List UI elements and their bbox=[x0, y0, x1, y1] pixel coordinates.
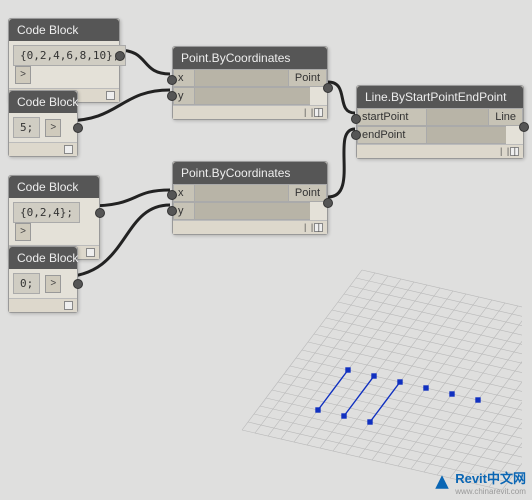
input-knob-x[interactable] bbox=[167, 75, 177, 85]
code-expression[interactable]: 5; bbox=[13, 117, 40, 138]
node-line-bystartend[interactable]: Line.ByStartPointEndPoint startPoint Lin… bbox=[356, 85, 524, 159]
node-code-block-2[interactable]: Code Block 5; > bbox=[8, 90, 78, 157]
freeze-toggle[interactable] bbox=[86, 248, 95, 257]
input-port-end[interactable]: endPoint bbox=[357, 126, 427, 144]
lacing-indicator[interactable]: | | | bbox=[500, 146, 517, 156]
input-knob-y[interactable] bbox=[167, 91, 177, 101]
geometry-preview[interactable] bbox=[182, 230, 522, 490]
output-knob[interactable] bbox=[519, 122, 529, 132]
node-point-bycoords-2[interactable]: Point.ByCoordinates x Point y . | | | bbox=[172, 161, 328, 235]
lacing-indicator[interactable]: | | | bbox=[304, 107, 321, 117]
output-chevron[interactable]: > bbox=[45, 119, 61, 137]
output-chevron[interactable]: > bbox=[15, 66, 31, 84]
watermark-url: www.chinarevit.com bbox=[455, 487, 526, 496]
revit-icon bbox=[433, 473, 451, 491]
output-port[interactable] bbox=[73, 123, 83, 133]
node-title: Code Block bbox=[9, 247, 77, 269]
node-code-block-4[interactable]: Code Block 0; > bbox=[8, 246, 78, 313]
input-knob-x[interactable] bbox=[167, 190, 177, 200]
watermark: Revit中文网 www.chinarevit.com bbox=[433, 468, 526, 496]
output-port[interactable] bbox=[95, 208, 105, 218]
code-expression[interactable]: 0; bbox=[13, 273, 40, 294]
input-knob-end[interactable] bbox=[351, 130, 361, 140]
output-port-line[interactable]: Line bbox=[488, 108, 523, 126]
freeze-toggle[interactable] bbox=[64, 301, 73, 310]
output-port[interactable] bbox=[115, 51, 125, 61]
dynamo-canvas[interactable]: Code Block {0,2,4,6,8,10}; > Code Block … bbox=[0, 0, 532, 500]
input-knob-start[interactable] bbox=[351, 114, 361, 124]
output-port-point[interactable]: Point bbox=[288, 69, 327, 87]
node-point-bycoords-1[interactable]: Point.ByCoordinates x Point y . | | | bbox=[172, 46, 328, 120]
node-title: Code Block bbox=[9, 91, 77, 113]
output-port[interactable] bbox=[73, 279, 83, 289]
freeze-toggle[interactable] bbox=[64, 145, 73, 154]
input-port-start[interactable]: startPoint bbox=[357, 108, 427, 126]
watermark-text: Revit中文网 bbox=[455, 468, 526, 487]
output-chevron[interactable]: > bbox=[15, 223, 31, 241]
output-knob[interactable] bbox=[323, 198, 333, 208]
input-knob-y[interactable] bbox=[167, 206, 177, 216]
output-knob[interactable] bbox=[323, 83, 333, 93]
code-expression[interactable]: {0,2,4}; bbox=[13, 202, 80, 223]
node-title: Code Block bbox=[9, 176, 99, 198]
output-port-point[interactable]: Point bbox=[288, 184, 327, 202]
node-title: Point.ByCoordinates bbox=[173, 162, 327, 184]
output-chevron[interactable]: > bbox=[45, 275, 61, 293]
code-expression[interactable]: {0,2,4,6,8,10}; bbox=[13, 45, 126, 66]
node-title: Code Block bbox=[9, 19, 119, 41]
freeze-toggle[interactable] bbox=[106, 91, 115, 100]
node-title: Line.ByStartPointEndPoint bbox=[357, 86, 523, 108]
node-title: Point.ByCoordinates bbox=[173, 47, 327, 69]
